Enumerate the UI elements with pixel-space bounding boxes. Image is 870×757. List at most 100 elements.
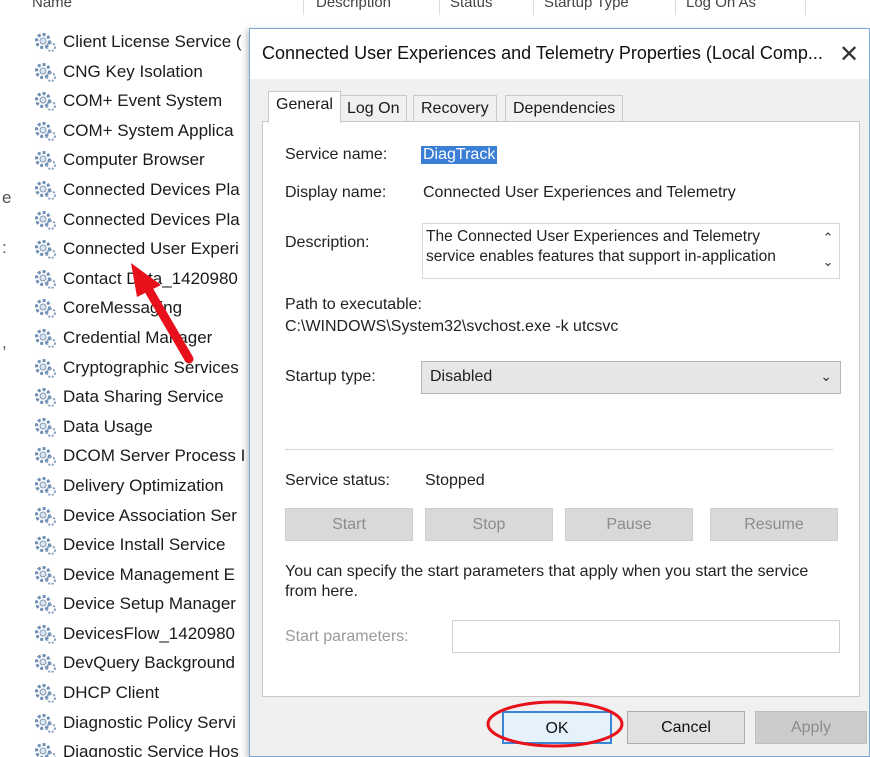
service-name: DHCP Client xyxy=(63,683,160,703)
service-name: DCOM Server Process I xyxy=(63,446,246,466)
service-gear-icon xyxy=(32,652,58,674)
service-name: Data Sharing Service xyxy=(63,387,224,407)
start-parameters-label: Start parameters: xyxy=(285,628,409,645)
service-name: Diagnostic Policy Servi xyxy=(63,712,236,732)
service-list-item[interactable]: Device Install Service xyxy=(32,530,252,560)
service-list-item[interactable]: DevicesFlow_1420980 xyxy=(32,619,252,649)
start-parameters-input[interactable] xyxy=(452,620,840,653)
stop-button[interactable]: Stop xyxy=(425,508,553,541)
column-header-startup-type[interactable]: Startup Type xyxy=(534,0,676,15)
path-label: Path to executable: xyxy=(285,296,422,313)
service-name: COM+ System Applica xyxy=(63,120,234,140)
column-header-log-on-as[interactable]: Log On As xyxy=(676,0,806,15)
service-gear-icon xyxy=(32,179,58,201)
service-list-item[interactable]: COM+ Event System xyxy=(32,86,252,116)
service-name: Device Management E xyxy=(63,564,235,584)
service-gear-icon xyxy=(32,712,58,734)
service-gear-icon xyxy=(32,120,58,142)
service-name: Client License Service ( xyxy=(63,32,242,51)
apply-button[interactable]: Apply xyxy=(755,711,867,744)
service-gear-icon xyxy=(32,268,58,290)
scroll-up-icon[interactable]: ⌃ xyxy=(817,228,839,248)
start-parameters-hint: You can specify the start parameters tha… xyxy=(285,563,809,600)
service-list-item[interactable]: COM+ System Applica xyxy=(32,116,252,146)
service-gear-icon xyxy=(32,149,58,171)
service-name: Device Setup Manager xyxy=(63,594,236,614)
service-name: Computer Browser xyxy=(63,150,205,170)
service-name: Device Install Service xyxy=(63,535,226,555)
dialog-title-bar[interactable]: Connected User Experiences and Telemetry… xyxy=(250,29,869,79)
service-gear-icon xyxy=(32,593,58,615)
service-list-item[interactable]: Delivery Optimization xyxy=(32,471,252,501)
service-status-label: Service status: xyxy=(285,472,390,489)
left-pane-fragment: : xyxy=(2,238,7,257)
service-list-item[interactable]: Computer Browser xyxy=(32,145,252,175)
service-list-item[interactable]: Device Setup Manager xyxy=(32,589,252,619)
description-textbox[interactable]: The Connected User Experiences and Telem… xyxy=(422,223,840,279)
service-status-value: Stopped xyxy=(425,472,485,489)
left-pane-fragment: e xyxy=(2,188,12,207)
scroll-down-icon[interactable]: ⌄ xyxy=(817,252,839,272)
service-name: Device Association Ser xyxy=(63,505,237,525)
service-list-item[interactable]: DevQuery Background xyxy=(32,648,252,678)
service-list-item[interactable]: Device Management E xyxy=(32,560,252,590)
service-gear-icon xyxy=(32,741,58,757)
service-gear-icon xyxy=(32,327,58,349)
startup-type-dropdown[interactable]: Disabled ⌄ xyxy=(421,361,841,394)
column-header-name[interactable]: Name xyxy=(22,0,304,15)
service-name-value[interactable]: DiagTrack xyxy=(421,146,498,164)
general-tab-panel: Service name: DiagTrack Display name: Co… xyxy=(262,121,860,697)
close-icon[interactable]: ✕ xyxy=(829,35,869,75)
column-header-description[interactable]: Description xyxy=(306,0,440,15)
service-list-item[interactable]: Diagnostic Service Hos xyxy=(32,737,252,757)
service-gear-icon xyxy=(32,534,58,556)
separator xyxy=(285,449,833,450)
service-gear-icon xyxy=(32,61,58,83)
service-list-item[interactable]: Connected Devices Pla xyxy=(32,175,252,205)
service-gear-icon xyxy=(32,209,58,231)
service-name-label: Service name: xyxy=(285,146,388,163)
service-gear-icon xyxy=(32,623,58,645)
service-gear-icon xyxy=(32,90,58,112)
description-text: The Connected User Experiences and Telem… xyxy=(426,228,776,265)
description-scrollbar[interactable]: ⌃ ⌄ xyxy=(817,224,839,278)
service-gear-icon xyxy=(32,357,58,379)
service-gear-icon xyxy=(32,297,58,319)
column-header-status[interactable]: Status xyxy=(440,0,534,15)
service-list-item[interactable]: Connected Devices Pla xyxy=(32,205,252,235)
service-list-item[interactable]: CNG Key Isolation xyxy=(32,57,252,87)
services-list: Client License Service ( CNG Key Isolatio… xyxy=(32,27,252,757)
service-gear-icon xyxy=(32,475,58,497)
service-list-item[interactable]: Data Sharing Service xyxy=(32,382,252,412)
tab-log-on[interactable]: Log On xyxy=(339,95,408,122)
left-pane-fragment: , xyxy=(2,333,7,352)
services-list-header: Name Description Status Startup Type Log… xyxy=(0,0,870,22)
service-name: DevQuery Background xyxy=(63,653,235,673)
tab-general[interactable]: General xyxy=(268,91,341,123)
startup-type-label: Startup type: xyxy=(285,368,376,385)
service-name: Diagnostic Service Hos xyxy=(63,742,239,757)
tab-recovery[interactable]: Recovery xyxy=(413,95,497,122)
service-list-item[interactable]: Diagnostic Policy Servi xyxy=(32,708,252,738)
service-gear-icon xyxy=(32,445,58,467)
service-list-item[interactable]: Data Usage xyxy=(32,412,252,442)
start-button[interactable]: Start xyxy=(285,508,413,541)
service-list-item[interactable]: DCOM Server Process I xyxy=(32,441,252,471)
display-name-value: Connected User Experiences and Telemetry xyxy=(423,184,736,201)
service-gear-icon xyxy=(32,386,58,408)
cancel-button[interactable]: Cancel xyxy=(627,711,745,744)
service-list-item[interactable]: DHCP Client xyxy=(32,678,252,708)
tab-dependencies[interactable]: Dependencies xyxy=(505,95,624,122)
service-list-item[interactable]: Client License Service ( xyxy=(32,27,252,57)
service-gear-icon xyxy=(32,238,58,260)
dialog-title: Connected User Experiences and Telemetry… xyxy=(262,43,823,63)
display-name-label: Display name: xyxy=(285,184,387,201)
path-value: C:\WINDOWS\System32\svchost.exe -k utcsv… xyxy=(285,318,619,335)
service-gear-icon xyxy=(32,564,58,586)
service-gear-icon xyxy=(32,31,58,53)
startup-type-value: Disabled xyxy=(430,368,493,385)
pause-button[interactable]: Pause xyxy=(565,508,693,541)
resume-button[interactable]: Resume xyxy=(710,508,838,541)
properties-dialog: Connected User Experiences and Telemetry… xyxy=(249,28,870,757)
service-list-item[interactable]: Device Association Ser xyxy=(32,501,252,531)
